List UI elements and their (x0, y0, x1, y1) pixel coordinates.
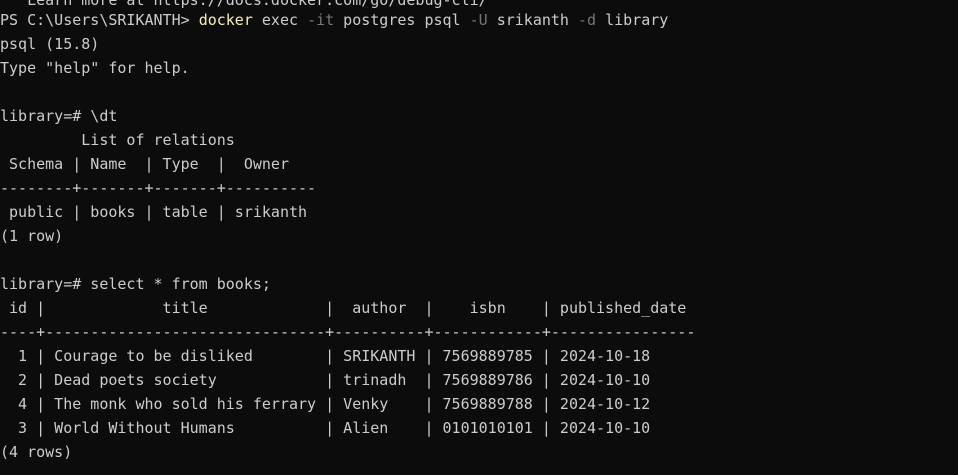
dt-command-line: library=# \dt (0, 107, 118, 125)
relations-title: List of relations (0, 131, 235, 149)
terminal-window[interactable]: Learn more at https://docs.docker.com/go… (0, 0, 958, 475)
table-row: 4 | The monk who sold his ferrary | Venk… (0, 395, 651, 413)
relations-header: Schema | Name | Type | Owner (0, 155, 289, 173)
books-divider: ----+-------------------------------+---… (0, 323, 696, 341)
powershell-command-line: PS C:\Users\SRIKANTH> docker exec -it po… (0, 8, 668, 32)
command-flag: -d (578, 11, 597, 29)
help-hint-line: Type "help" for help. (0, 59, 190, 77)
relations-count: (1 row) (0, 227, 64, 245)
powershell-prompt: PS C:\Users\SRIKANTH> (0, 11, 199, 29)
table-row: 3 | World Without Humans | Alien | 01010… (0, 419, 651, 437)
command-program: docker (198, 11, 253, 29)
table-row: 2 | Dead poets society | trinadh | 75698… (0, 371, 651, 389)
command-flag: -it (307, 11, 335, 29)
command-arg: exec (252, 11, 308, 29)
books-header: id | title | author | isbn | published_d… (0, 299, 687, 317)
select-command-line: library=# select * from books; (0, 275, 271, 293)
psql-version-line: psql (15.8) (0, 35, 100, 53)
relations-row: public | books | table | srikanth (0, 203, 308, 221)
relations-divider: --------+-------+-------+---------- (0, 179, 317, 197)
command-flag: -U (469, 11, 488, 29)
table-row: 1 | Courage to be disliked | SRIKANTH | … (0, 347, 651, 365)
command-arg: library (596, 11, 669, 29)
command-arg: srikanth (487, 11, 578, 29)
books-count: (4 rows) (0, 443, 73, 461)
command-arg: postgres psql (334, 11, 470, 29)
